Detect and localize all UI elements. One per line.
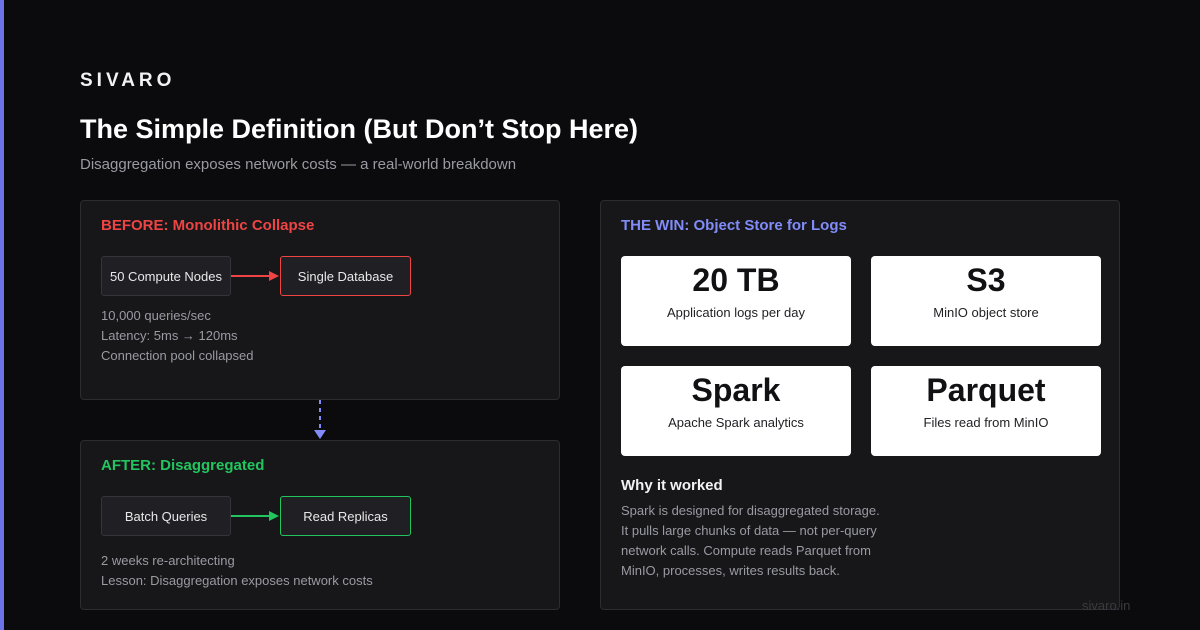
why-line: Spark is designed for disaggregated stor… xyxy=(621,503,880,518)
page-title: The Simple Definition (But Don’t Stop He… xyxy=(80,114,638,144)
stat-card-spark: Spark Apache Spark analytics xyxy=(621,366,851,456)
compute-nodes-box: 50 Compute Nodes xyxy=(101,256,231,296)
stat-value: 20 TB xyxy=(692,262,780,298)
footer-url: sivaro.in xyxy=(1082,598,1131,613)
connector-arrowhead-icon xyxy=(314,430,326,439)
before-notes: 10,000 queries/sec Latency: 5ms → 120ms … xyxy=(101,306,254,366)
after-panel: AFTER: Disaggregated Batch Queries Read … xyxy=(80,440,560,610)
after-heading: AFTER: Disaggregated xyxy=(101,457,265,474)
read-replicas-box: Read Replicas xyxy=(280,496,411,536)
single-database-box: Single Database xyxy=(280,256,411,296)
batch-queries-box: Batch Queries xyxy=(101,496,231,536)
stat-value: Spark xyxy=(691,372,781,408)
win-heading: THE WIN: Object Store for Logs xyxy=(621,217,847,234)
stat-label: Apache Spark analytics xyxy=(668,415,804,430)
why-line: MinIO, processes, writes results back. xyxy=(621,563,840,578)
why-line: network calls. Compute reads Parquet fro… xyxy=(621,543,871,558)
page-subtitle: Disaggregation exposes network costs — a… xyxy=(80,156,517,173)
why-title: Why it worked xyxy=(621,477,723,494)
before-note: Latency: 5ms → 120ms xyxy=(101,328,238,343)
stat-card-parquet: Parquet Files read from MinIO xyxy=(871,366,1101,456)
stat-label: Application logs per day xyxy=(666,305,806,320)
stat-label: MinIO object store xyxy=(933,305,1039,320)
stat-card-s3: S3 MinIO object store xyxy=(871,256,1101,346)
after-note: Lesson: Disaggregation exposes network c… xyxy=(101,573,373,588)
before-arrow-icon xyxy=(231,271,279,281)
after-note: 2 weeks re-architecting xyxy=(101,553,235,568)
before-note: 10,000 queries/sec xyxy=(101,308,211,323)
why-line: It pulls large chunks of data — not per-… xyxy=(621,523,877,538)
why-body: Spark is designed for disaggregated stor… xyxy=(621,501,891,581)
stat-value: S3 xyxy=(966,262,1006,298)
stat-label: Files read from MinIO xyxy=(923,415,1049,430)
stat-card-logs: 20 TB Application logs per day xyxy=(621,256,851,346)
before-heading: BEFORE: Monolithic Collapse xyxy=(101,217,315,234)
accent-bar xyxy=(0,0,4,630)
before-panel: BEFORE: Monolithic Collapse 50 Compute N… xyxy=(80,200,560,400)
brand-logo: SIVARO xyxy=(80,70,176,91)
stat-value: Parquet xyxy=(926,372,1046,408)
win-panel: THE WIN: Object Store for Logs 20 TB App… xyxy=(600,200,1120,610)
after-notes: 2 weeks re-architecting Lesson: Disaggre… xyxy=(101,551,373,591)
before-note: Connection pool collapsed xyxy=(101,348,254,363)
after-arrow-icon xyxy=(231,511,279,521)
